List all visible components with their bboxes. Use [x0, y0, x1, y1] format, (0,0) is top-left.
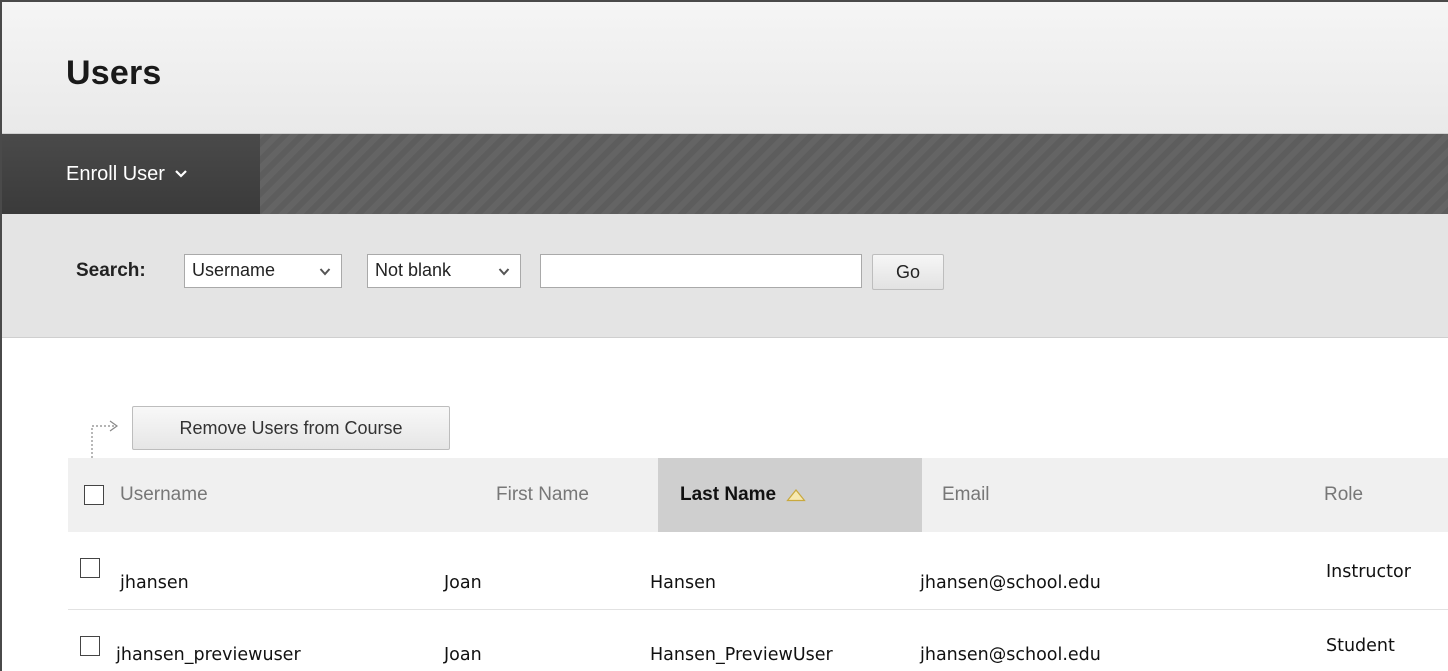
page-header: Users — [2, 2, 1448, 134]
cell-last-name: Hansen_PreviewUser — [650, 645, 833, 665]
search-label: Search: — [76, 260, 146, 281]
table-row: jhansen Joan Hansen jhansen@school.edu I… — [68, 532, 1448, 610]
chevron-down-icon — [175, 170, 187, 178]
column-header-last-name[interactable]: Last Name — [658, 458, 922, 532]
cell-first-name: Joan — [444, 573, 482, 593]
cell-email: jhansen@school.edu — [920, 645, 1101, 665]
table-row: jhansen_previewuser Joan Hansen_PreviewU… — [68, 610, 1448, 671]
search-bar: Search: Username Not blank Go — [2, 214, 1448, 338]
select-all-checkbox[interactable] — [84, 485, 104, 505]
cell-username: jhansen_previewuser — [116, 645, 301, 665]
chevron-down-icon — [319, 268, 331, 276]
search-field-select[interactable]: Username — [184, 254, 342, 288]
column-header-email[interactable]: Email — [942, 458, 990, 532]
table-header: Username First Name Last Name Email Role — [68, 458, 1448, 532]
search-input[interactable] — [540, 254, 862, 288]
cell-username: jhansen — [120, 573, 189, 593]
cell-email: jhansen@school.edu — [920, 573, 1101, 593]
go-button[interactable]: Go — [872, 254, 944, 290]
cell-first-name: Joan — [444, 645, 482, 665]
cell-role: Instructor — [1326, 562, 1411, 582]
column-header-last-name-label: Last Name — [680, 484, 777, 505]
search-operator-value: Not blank — [375, 260, 452, 280]
action-bar: Enroll User — [2, 134, 1448, 214]
sort-ascending-icon — [786, 489, 806, 502]
enroll-user-label: Enroll User — [66, 162, 165, 185]
row-checkbox[interactable] — [80, 636, 100, 656]
enroll-user-button[interactable]: Enroll User — [2, 134, 260, 214]
row-checkbox[interactable] — [80, 558, 100, 578]
users-page: Users Enroll User Search: Username Not b… — [0, 0, 1448, 671]
chevron-down-icon — [498, 268, 510, 276]
cell-last-name: Hansen — [650, 573, 716, 593]
search-operator-select[interactable]: Not blank — [367, 254, 521, 288]
page-title: Users — [66, 54, 162, 92]
column-header-username[interactable]: Username — [120, 458, 208, 532]
remove-users-button[interactable]: Remove Users from Course — [132, 406, 450, 450]
column-header-role[interactable]: Role — [1324, 458, 1363, 532]
cell-role: Student — [1326, 636, 1395, 656]
column-header-first-name[interactable]: First Name — [496, 458, 589, 532]
bulk-action-arrow-icon — [91, 420, 119, 458]
search-field-value: Username — [192, 260, 276, 280]
